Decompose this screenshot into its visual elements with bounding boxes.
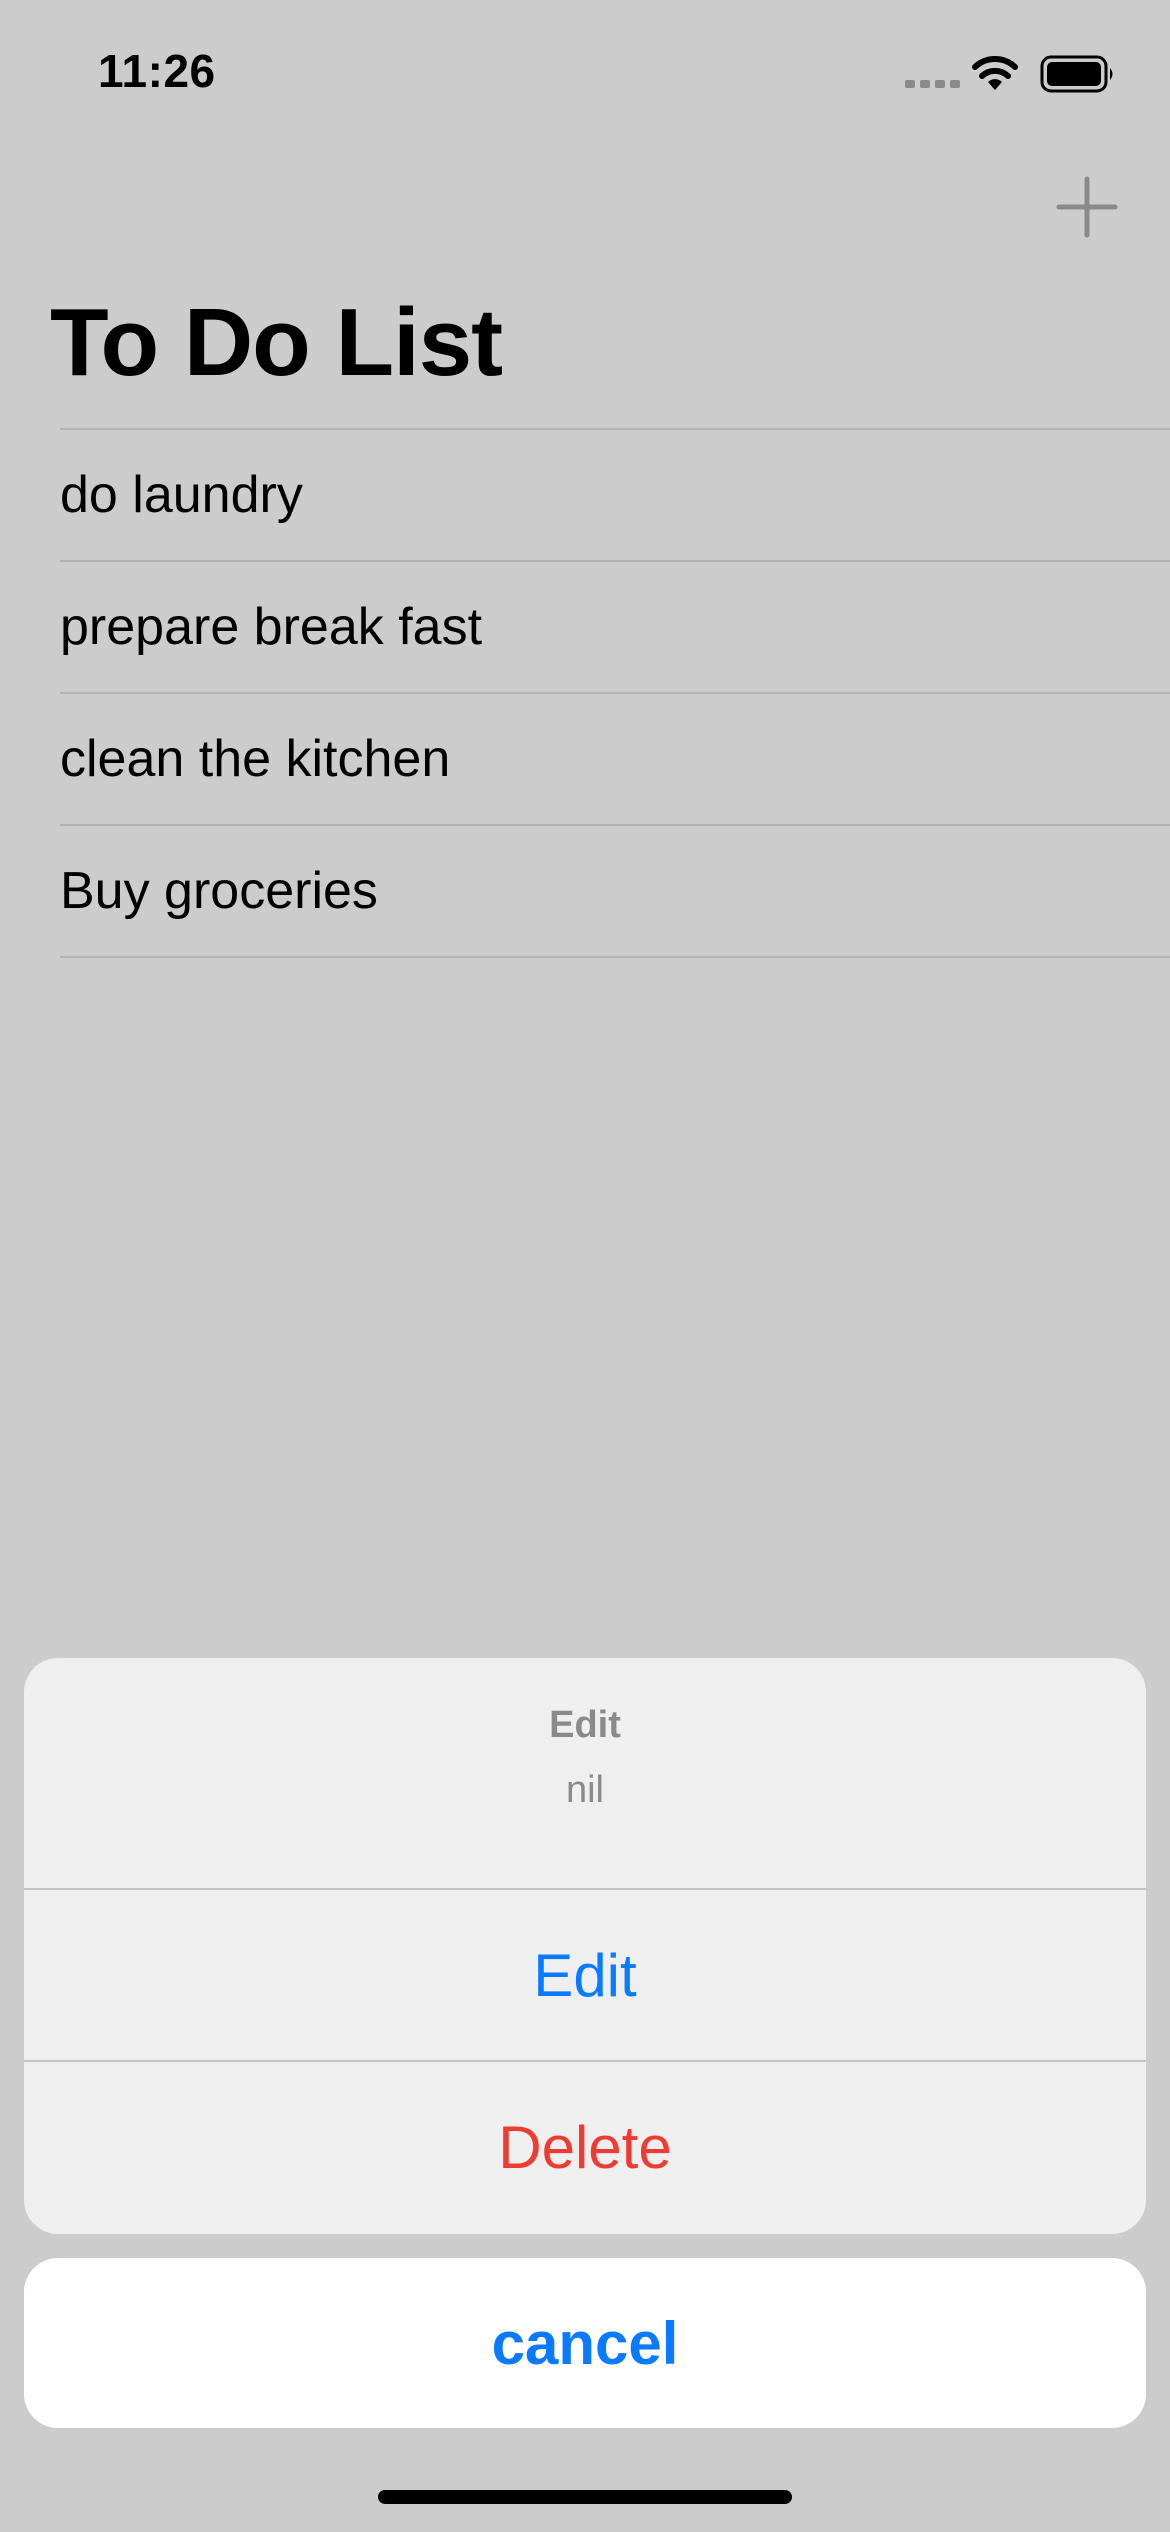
delete-button[interactable]: Delete — [24, 2062, 1146, 2232]
status-time: 11:26 — [98, 45, 216, 97]
page-title: To Do List — [50, 289, 503, 396]
list-item-label: do laundry — [60, 466, 303, 524]
list-item[interactable]: prepare break fast — [60, 562, 1170, 694]
wifi-icon — [972, 56, 1018, 90]
status-bar: 11:26 — [0, 0, 1170, 150]
add-button[interactable] — [1055, 175, 1119, 239]
list-item-label: prepare break fast — [60, 598, 483, 656]
list-item[interactable]: clean the kitchen — [60, 694, 1170, 826]
list-item[interactable]: Buy groceries — [60, 826, 1170, 958]
action-sheet-title: Edit — [549, 1704, 621, 1746]
home-indicator[interactable] — [378, 2490, 792, 2504]
action-sheet-message: nil — [565, 1769, 605, 1811]
plus-icon — [1056, 176, 1118, 238]
cancel-button[interactable]: cancel — [24, 2258, 1146, 2428]
list-item-label: clean the kitchen — [60, 730, 451, 788]
edit-button[interactable]: Edit — [24, 1890, 1146, 2062]
action-sheet-header: Edit nil — [24, 1658, 1146, 1890]
battery-icon — [1040, 55, 1113, 93]
todo-list: do laundry prepare break fast clean the … — [60, 428, 1170, 958]
list-item[interactable]: do laundry — [60, 430, 1170, 562]
action-sheet: Edit nil Edit Delete — [24, 1658, 1146, 2234]
list-item-label: Buy groceries — [60, 862, 378, 920]
cellular-signal-icon — [905, 80, 960, 88]
